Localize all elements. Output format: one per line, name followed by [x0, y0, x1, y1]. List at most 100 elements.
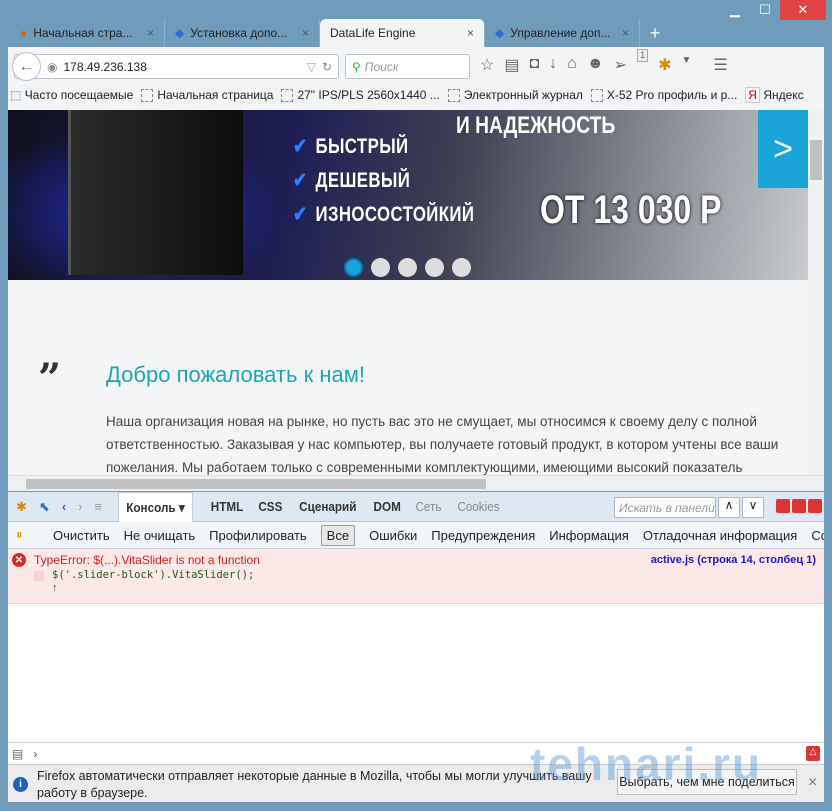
reading-list-icon[interactable]: ▤	[504, 55, 519, 75]
banner-headline: И НАДЕЖНОСТЬ	[456, 112, 616, 139]
slider-next-button[interactable]: >	[758, 110, 808, 188]
search-next-button[interactable]: ∨	[742, 497, 764, 518]
pocket-icon[interactable]: ◘	[529, 55, 539, 75]
firefox-icon: ●	[20, 26, 28, 40]
bookmark-item[interactable]: Я Яндекс	[745, 87, 804, 104]
profile-button[interactable]: Профилировать	[209, 528, 307, 543]
close-notification-button[interactable]: ×	[808, 774, 817, 792]
search-input[interactable]: ⚲ Поиск	[345, 54, 470, 79]
menu-icon[interactable]: ☰	[713, 55, 727, 75]
slider-dot[interactable]	[344, 258, 363, 277]
detach-firebug-button[interactable]	[792, 499, 806, 513]
vertical-scrollbar[interactable]	[808, 110, 824, 475]
filter-errors[interactable]: Ошибки	[369, 528, 417, 543]
slider-dot[interactable]	[425, 258, 444, 277]
dropdown-arrow-icon[interactable]: ▼	[681, 55, 691, 75]
bookmark-label: 27" IPS/PLS 2560x1440 ...	[297, 88, 440, 102]
bookmark-item[interactable]: Электронный журнал	[447, 88, 583, 103]
tab-close-icon[interactable]: ×	[622, 26, 629, 40]
tab-script[interactable]: Сценарий	[299, 499, 356, 514]
tab-css[interactable]: CSS	[259, 499, 283, 514]
url-bar[interactable]: ◉ 178.49.236.138 ▽ ↻	[14, 54, 339, 79]
tab[interactable]: ● Начальная стра... ×	[10, 19, 165, 47]
slider-dot[interactable]	[371, 258, 390, 277]
breakpoint-marker[interactable]	[34, 571, 44, 581]
error-icon: ✕	[12, 553, 26, 567]
forward-icon[interactable]: ›	[78, 499, 82, 514]
send-icon[interactable]: ➢	[614, 55, 627, 75]
filter-info[interactable]: Информация	[549, 528, 629, 543]
close-window-button[interactable]: ✕	[780, 0, 826, 20]
command-menu-icon[interactable]: ▤	[12, 747, 23, 761]
tab[interactable]: ◆ Установка допо... ×	[165, 19, 320, 47]
notification-badge[interactable]: 1	[637, 49, 649, 62]
tab-dom[interactable]: DOM	[373, 499, 400, 514]
banner-slider: И НАДЕЖНОСТЬ ✔ БЫСТРЫЙ ✔ ДЕШЕВЫЙ ✔ ИЗНОСОСТ…	[8, 110, 808, 280]
tab-title: Начальная стра...	[33, 26, 133, 40]
scrollbar-thumb[interactable]	[26, 479, 486, 489]
tab-net[interactable]: Сеть	[415, 499, 441, 514]
tab-active[interactable]: DataLife Engine ×	[320, 19, 485, 47]
page-icon	[590, 89, 603, 103]
minimize-firebug-button[interactable]	[776, 499, 790, 513]
tab-close-icon[interactable]: ×	[302, 26, 309, 40]
maximize-button[interactable]: ☐	[750, 0, 780, 20]
bookmark-star-icon[interactable]: ☆	[480, 55, 494, 75]
filter-all[interactable]: Все	[320, 524, 356, 546]
reload-icon[interactable]: ↻	[322, 60, 332, 74]
yandex-icon: Я	[745, 87, 760, 104]
back-button[interactable]: ←	[12, 52, 41, 81]
filter-debug[interactable]: Отладочная информация	[643, 528, 797, 543]
panel-search-input[interactable]: Искать в панели	[614, 497, 716, 518]
filter-warnings[interactable]: Предупреждения	[431, 528, 535, 543]
error-count-icon[interactable]: △	[806, 746, 820, 761]
slider-dot[interactable]	[398, 258, 417, 277]
error-message[interactable]: TypeError: $(...).VitaSlider is not a fu…	[34, 553, 260, 567]
feature-text: БЫСТРЫЙ	[315, 135, 409, 158]
tab-strip: ● Начальная стра... × ◆ Установка допо... × …	[10, 18, 670, 47]
error-source-link[interactable]: active.js (строка 14, столбец 1)	[651, 554, 816, 566]
slider-dot[interactable]	[452, 258, 471, 277]
command-editor-icon[interactable]: ≡	[95, 499, 103, 514]
minimize-button[interactable]: ▁	[720, 0, 750, 20]
tab-close-icon[interactable]: ×	[467, 26, 474, 40]
new-tab-button[interactable]: +	[640, 19, 670, 47]
tab-cookies[interactable]: Cookies	[457, 499, 499, 514]
dropdown-icon[interactable]: ▽	[307, 60, 316, 74]
caret-arrow-icon: ↑	[52, 582, 58, 594]
bookmark-item[interactable]: X-52 Pro профиль и р...	[590, 88, 737, 103]
firebug-icon[interactable]: ✱	[16, 499, 27, 515]
check-icon: ✔	[293, 169, 308, 192]
bookmark-label: Электронный журнал	[463, 88, 583, 102]
bookmark-item[interactable]: ⬚ Часто посещаемые	[10, 88, 133, 102]
tab-html[interactable]: HTML	[211, 499, 243, 514]
persist-button[interactable]: Не очищать	[124, 528, 196, 543]
tab-title: DataLife Engine	[330, 26, 416, 40]
tab-console[interactable]: Консоль ▾	[118, 491, 193, 523]
download-icon[interactable]: ↓	[549, 55, 557, 75]
home-icon[interactable]: ⌂	[567, 55, 577, 75]
bookmark-item[interactable]: Начальная страница	[141, 88, 273, 103]
back-icon[interactable]: ‹	[62, 499, 66, 514]
scrollbar-thumb[interactable]	[810, 140, 822, 180]
web-page: И НАДЕЖНОСТЬ ✔ БЫСТРЫЙ ✔ ДЕШЕВЫЙ ✔ ИЗНОСОСТ…	[8, 110, 808, 475]
banner-feature: ✔ ИЗНОСОСТОЙКИЙ	[293, 202, 474, 227]
firebug-icon[interactable]: ✱	[658, 55, 671, 75]
page-icon	[281, 89, 294, 103]
quote-mark: ”	[38, 355, 62, 402]
bookmark-item[interactable]: 27" IPS/PLS 2560x1440 ...	[281, 88, 440, 103]
tab[interactable]: ◆ Управление доп... ×	[485, 19, 640, 47]
clear-button[interactable]: Очистить	[53, 528, 110, 543]
search-prev-button[interactable]: ∧	[718, 497, 740, 518]
smiley-icon[interactable]: ☻	[587, 55, 604, 75]
tab-close-icon[interactable]: ×	[147, 26, 154, 40]
inspect-icon[interactable]: ⬉	[39, 499, 50, 515]
persist-icon[interactable]: ⏸	[16, 527, 23, 543]
watermark: tehnari.ru	[530, 738, 763, 790]
close-firebug-button[interactable]	[808, 499, 822, 513]
command-prompt: ›	[33, 746, 38, 761]
filter-cookies[interactable]: Cookies	[811, 528, 824, 543]
banner-feature: ✔ ДЕШЕВЫЙ	[293, 168, 410, 193]
horizontal-scrollbar[interactable]	[8, 475, 824, 491]
pc-case-image	[68, 110, 243, 275]
